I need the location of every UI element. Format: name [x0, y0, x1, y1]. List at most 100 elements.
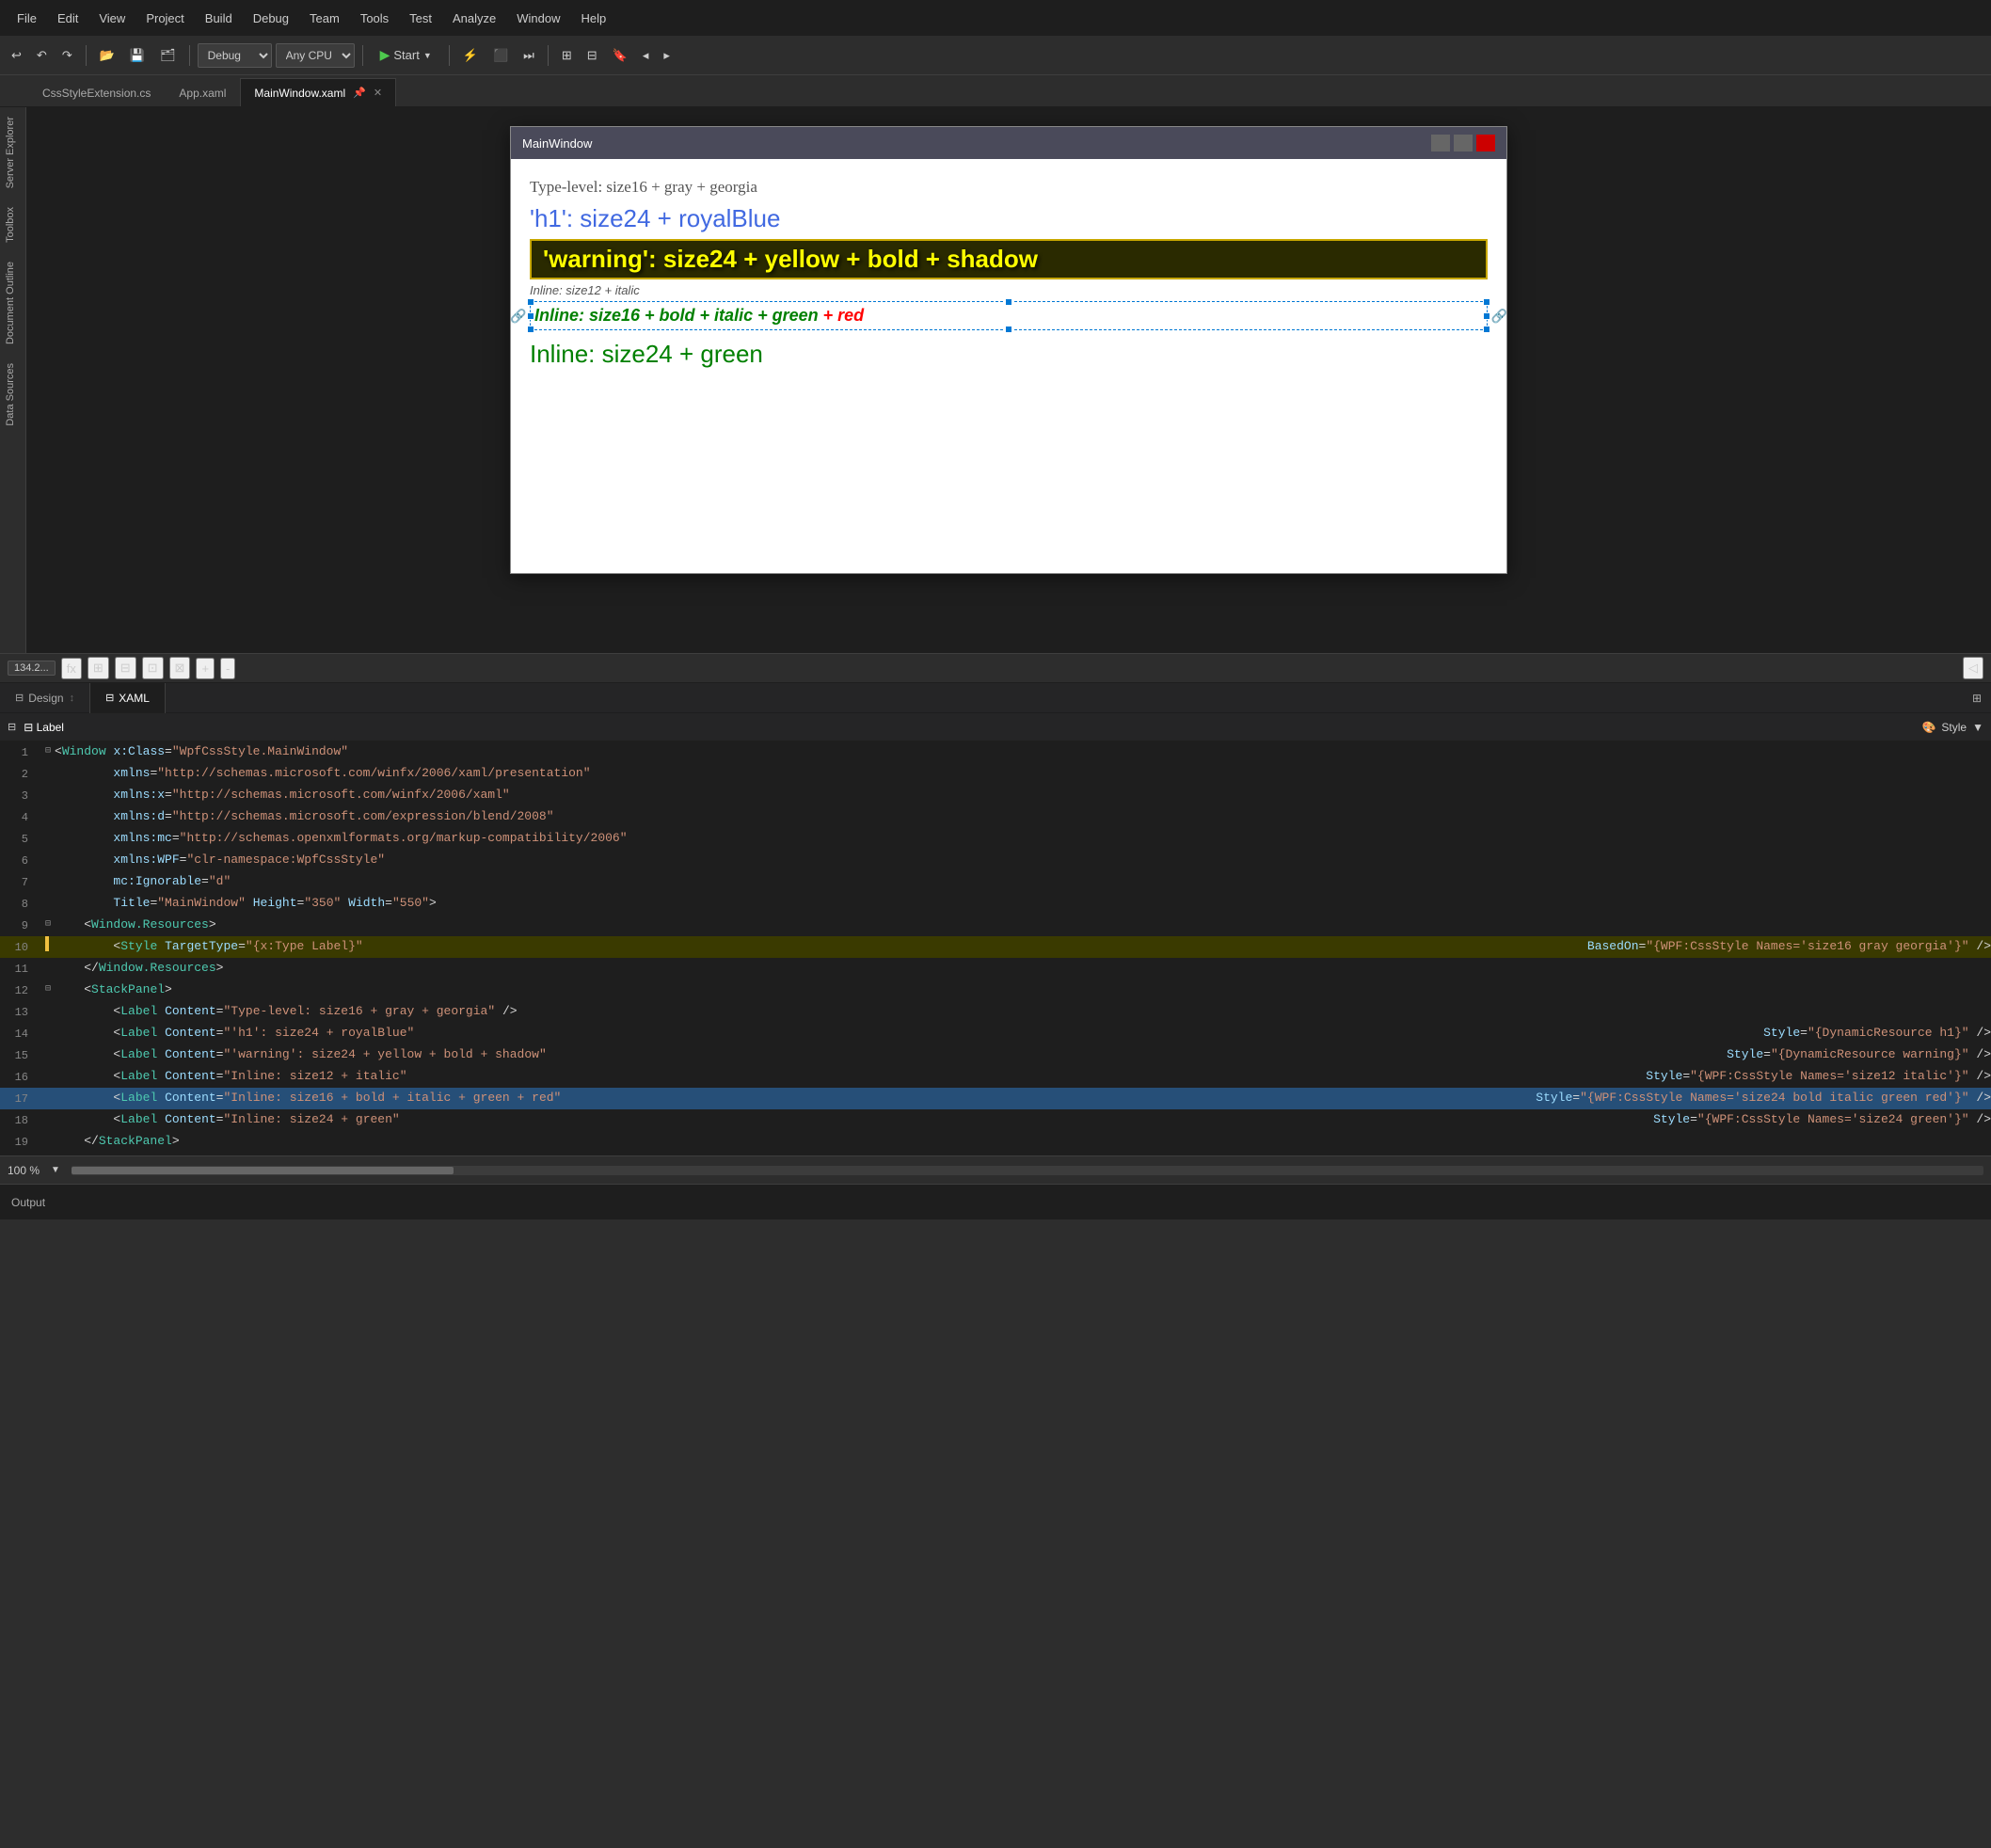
chain-right-icon: 🔗 — [1491, 308, 1507, 324]
tab-main-window-xaml[interactable]: MainWindow.xaml 📌 ✕ — [240, 78, 396, 106]
menu-file[interactable]: File — [8, 8, 46, 29]
code-line-15: 15 <Label Content="'warning': size24 + y… — [0, 1044, 1991, 1066]
resize-handle-tr[interactable] — [1483, 298, 1490, 306]
menu-test[interactable]: Test — [400, 8, 441, 29]
design-status-bar: 134.2... fx ⊞ ⊟ ⊡ ⊠ + - ◁ — [0, 653, 1991, 683]
toolbar-align-right[interactable]: ⊟ — [581, 45, 603, 66]
tab-design[interactable]: ⊟ Design ↕ — [0, 683, 90, 713]
toolbar-save[interactable]: 💾 — [124, 45, 151, 66]
separator-5 — [548, 45, 549, 66]
toolbar-bookmark[interactable]: 🔖 — [607, 45, 633, 66]
tab-pin-icon[interactable]: 📌 — [353, 87, 366, 99]
zoom-dropdown-button[interactable]: ▼ — [45, 1162, 66, 1178]
separator-2 — [189, 45, 190, 66]
resize-handle-br[interactable] — [1483, 326, 1490, 333]
zoom-in-icon-btn[interactable]: + — [196, 658, 215, 679]
code-line-8: 8 Title="MainWindow" Height="350" Width=… — [0, 893, 1991, 915]
resize-handle-lc[interactable] — [527, 312, 534, 320]
canvas-area: MainWindow Type-level: size16 + gray + g… — [26, 107, 1991, 653]
debug-config-select[interactable]: Debug Release — [198, 43, 272, 68]
code-line-11: 11 </Window.Resources> — [0, 958, 1991, 980]
sidebar-document-outline[interactable]: Document Outline — [0, 252, 25, 354]
grid2-icon-btn[interactable]: ⊟ — [115, 657, 136, 679]
wpf-titlebar: MainWindow — [511, 127, 1506, 159]
wpf-maximize-button[interactable] — [1454, 135, 1473, 151]
tab-close-main[interactable]: ✕ — [374, 87, 382, 99]
menu-window[interactable]: Window — [507, 8, 569, 29]
menu-view[interactable]: View — [89, 8, 135, 29]
toolbar-step-over[interactable]: ⏭ — [518, 45, 540, 66]
toolbar-breakpoints[interactable]: ⬛ — [487, 45, 514, 66]
xaml-side-button[interactable]: ⊞ — [1963, 692, 1991, 705]
zoom-value: 100 % — [8, 1164, 40, 1177]
toolbar-nav-back[interactable]: ◂ — [637, 45, 655, 66]
menu-project[interactable]: Project — [136, 8, 193, 29]
expand-12[interactable]: ⊟ — [45, 980, 51, 1000]
toolbar-align-left[interactable]: ⊞ — [556, 45, 578, 66]
code-line-5: 5 xmlns:mc="http://schemas.openxmlformat… — [0, 828, 1991, 850]
wpf-minimize-button[interactable] — [1431, 135, 1450, 151]
collapse-icon-btn[interactable]: ◁ — [1963, 657, 1983, 679]
zoom-out-icon-btn[interactable]: - — [220, 658, 235, 679]
platform-select[interactable]: Any CPU x86 x64 — [276, 43, 355, 68]
label-warning-box: 'warning': size24 + yellow + bold + shad… — [530, 239, 1488, 279]
sidebar-toolbox[interactable]: Toolbox — [0, 198, 25, 252]
code-line-14: 14 <Label Content="'h1': size24 + royalB… — [0, 1023, 1991, 1044]
toolbar-save-all[interactable]: 🗂 — [154, 45, 182, 66]
menu-analyze[interactable]: Analyze — [443, 8, 505, 29]
resize-handle-rc[interactable] — [1483, 312, 1490, 320]
menu-debug[interactable]: Debug — [244, 8, 298, 29]
separator-4 — [449, 45, 450, 66]
style-dropdown[interactable]: 🎨 Style ▼ — [1921, 721, 1983, 734]
expand-1[interactable]: ⊟ — [45, 741, 51, 762]
tab-app-xaml[interactable]: App.xaml — [165, 78, 240, 106]
code-line-10: 10 <Style TargetType="{x:Type Label}" Ba… — [0, 936, 1991, 958]
toolbar-nav-forward[interactable]: ▸ — [658, 45, 676, 66]
main-area: Server Explorer Toolbox Document Outline… — [0, 107, 1991, 653]
tab-label-app: App.xaml — [179, 87, 226, 100]
tab-css-style-extension[interactable]: CssStyleExtension.cs — [28, 78, 165, 106]
toolbar-attach[interactable]: ⚡ — [457, 45, 484, 66]
label-warning: 'warning': size24 + yellow + bold + shad… — [543, 245, 1038, 273]
menu-tools[interactable]: Tools — [351, 8, 398, 29]
resize-handle-tc[interactable] — [1005, 298, 1012, 306]
grid-icon-btn[interactable]: ⊞ — [88, 657, 109, 679]
label-inline-bold-selected[interactable]: Inline: size16 + bold + italic + green +… — [530, 301, 1488, 330]
code-line-7: 7 mc:Ignorable="d" — [0, 871, 1991, 893]
resize-handle-bc[interactable] — [1005, 326, 1012, 333]
code-line-16: 16 <Label Content="Inline: size12 + ital… — [0, 1066, 1991, 1088]
label-h1: 'h1': size24 + royalBlue — [530, 204, 1488, 233]
element-name: ⊟ Label — [24, 721, 64, 734]
resize-handle-tl[interactable] — [527, 298, 534, 306]
design-icon: ⊟ — [15, 692, 24, 704]
start-button[interactable]: ▶ Start ▼ — [371, 44, 441, 66]
label-inline-small: Inline: size12 + italic — [530, 283, 1488, 297]
code-line-18: 18 <Label Content="Inline: size24 + gree… — [0, 1109, 1991, 1131]
tab-label-main: MainWindow.xaml — [254, 87, 345, 100]
xaml-icon: ⊟ — [105, 692, 114, 704]
sidebar-server-explorer[interactable]: Server Explorer — [0, 107, 25, 198]
style-paintbrush-icon: 🎨 — [1921, 721, 1935, 734]
fx-button[interactable]: fx — [61, 658, 82, 679]
toolbar-new-project[interactable]: ↩ — [6, 45, 27, 66]
horizontal-scrollbar[interactable] — [72, 1166, 1983, 1175]
tab-xaml[interactable]: ⊟ XAML — [90, 683, 166, 713]
menu-help[interactable]: Help — [572, 8, 616, 29]
toolbar: ↩ ↶ ↷ 📂 💾 🗂 Debug Release Any CPU x86 x6… — [0, 36, 1991, 75]
wpf-titlebar-buttons — [1431, 135, 1495, 151]
snap-icon-btn[interactable]: ⊡ — [142, 657, 164, 679]
expand-9[interactable]: ⊟ — [45, 915, 51, 935]
toolbar-undo[interactable]: ↶ — [31, 45, 53, 66]
toolbar-redo[interactable]: ↷ — [56, 45, 78, 66]
resize-handle-bl[interactable] — [527, 326, 534, 333]
fit-icon-btn[interactable]: ⊠ — [169, 657, 191, 679]
menu-edit[interactable]: Edit — [48, 8, 88, 29]
code-line-12: 12 ⊟ <StackPanel> — [0, 980, 1991, 1001]
toolbar-open[interactable]: 📂 — [94, 45, 120, 66]
xaml-editor[interactable]: 1 ⊟ <Window x:Class="WpfCssStyle.MainWin… — [0, 741, 1991, 1155]
wpf-close-button[interactable] — [1476, 135, 1495, 151]
menu-build[interactable]: Build — [196, 8, 242, 29]
separator-3 — [362, 45, 363, 66]
sidebar-data-sources[interactable]: Data Sources — [0, 354, 25, 436]
menu-team[interactable]: Team — [300, 8, 349, 29]
